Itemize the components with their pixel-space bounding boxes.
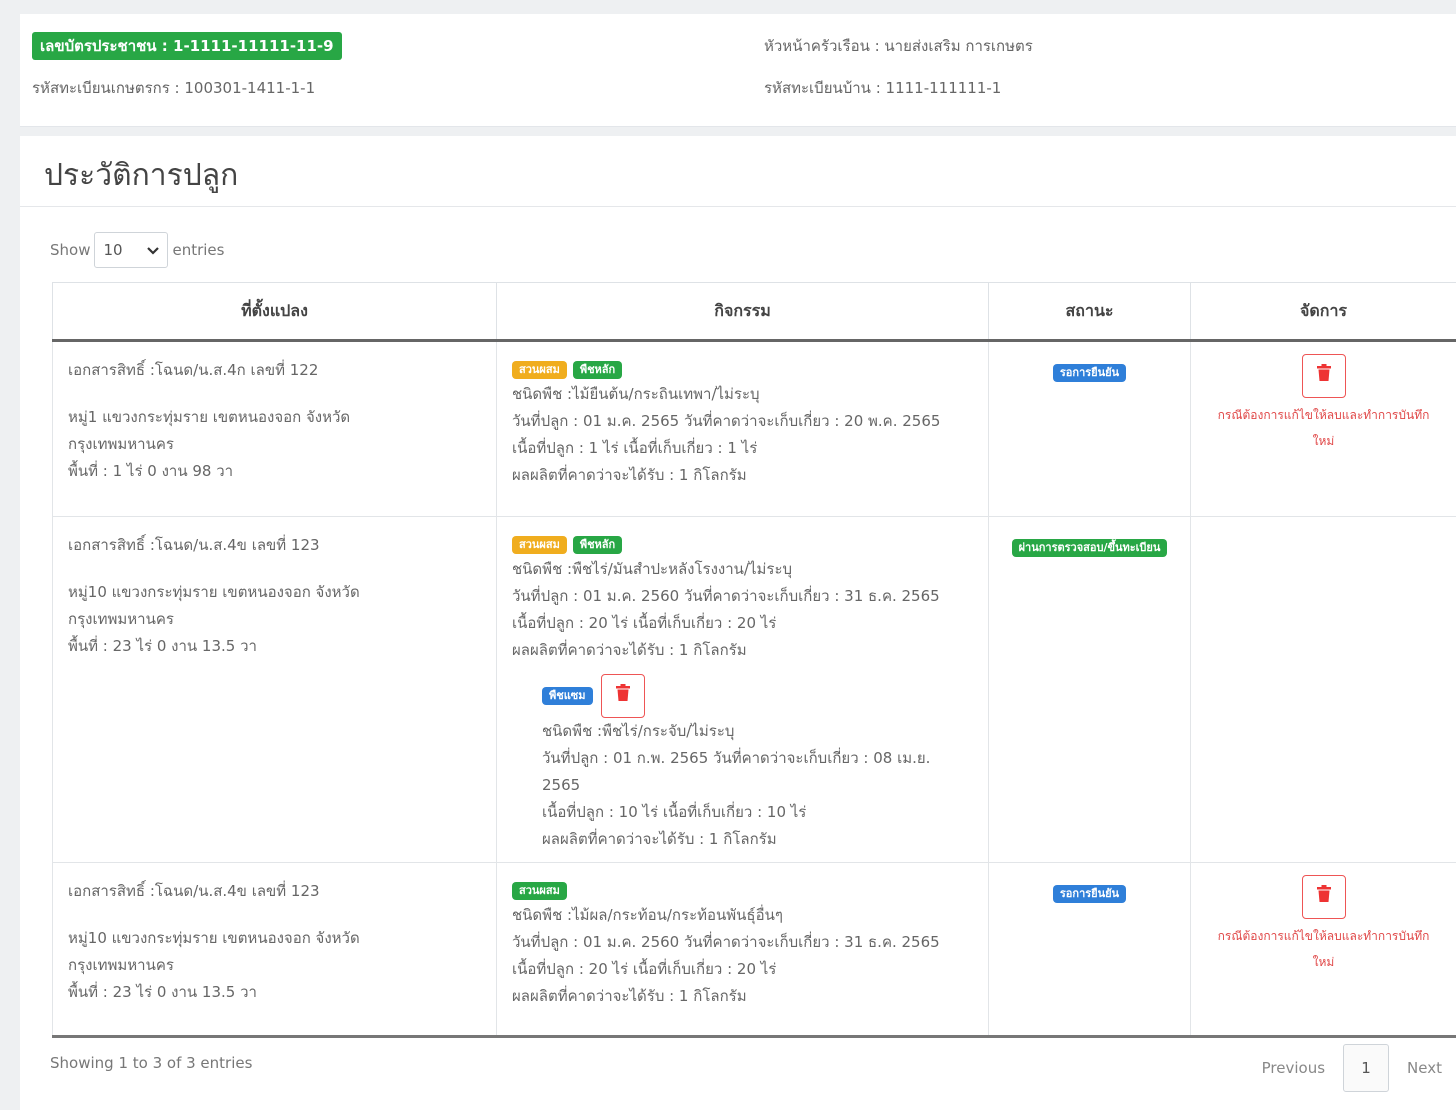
citizen-id-badge: เลขบัตรประชาชน : 1-1111-11111-11-9 (32, 32, 342, 60)
trash-icon (1316, 363, 1331, 390)
edit-note-text: กรณีต้องการแก้ไขให้ลบและทำการบันทึก (1217, 929, 1430, 943)
planting-dates-text: วันที่ปลูก : 01 ม.ค. 2565 วันที่คาดว่าจะ… (512, 412, 941, 430)
expected-yield-text: ผลผลิตที่คาดว่าจะได้รับ : 1 กิโลกรัม (512, 641, 747, 659)
activity-cell: สวนผสม พืชหลัก ชนิดพืช :พืชไร่/มันสำปะหล… (496, 516, 989, 863)
intercrop-block: พืชแซม ชนิดพืช :พืชไร่/กระจับ/ไม่ระบุ วั… (542, 674, 975, 853)
planting-history-table: ที่ตั้งแปลง กิจกรรม สถานะ จัดการ เอกสารส… (52, 282, 1456, 1038)
page-title: ประวัติการปลูก (44, 158, 239, 193)
show-label: Show (50, 241, 91, 259)
location-cell: เอกสารสิทธิ์ :โฉนด/น.ส.4ข เลขที่ 123 หมู… (52, 862, 497, 1038)
planting-history-card: ประวัติการปลูก Show 10 entries ที่ตั้งแป… (20, 136, 1456, 1110)
title-divider (20, 206, 1456, 207)
tag-main-crop: พืชหลัก (572, 361, 623, 379)
column-header-status[interactable]: สถานะ (988, 282, 1191, 342)
tag-intercrop: พืชแซม (542, 687, 593, 705)
table-row: เอกสารสิทธิ์ :โฉนด/น.ส.4ก เลขที่ 122 หมู… (52, 340, 1456, 517)
entries-select[interactable]: 10 (94, 232, 169, 268)
entries-select-value: 10 (103, 241, 123, 259)
status-badge: รอการยืนยัน (1052, 885, 1127, 903)
table-info-text: Showing 1 to 3 of 3 entries (50, 1054, 253, 1072)
house-reg-text: รหัสทะเบียนบ้าน : 1111-111111-1 (764, 79, 1002, 97)
farmer-reg-text: รหัสทะเบียนเกษตรกร : 100301-1411-1-1 (32, 79, 316, 97)
edit-note-text: กรณีต้องการแก้ไขให้ลบและทำการบันทึก (1217, 408, 1430, 422)
entries-label: entries (172, 241, 225, 259)
crop-type-text: ชนิดพืช :ไม้ผล/กระท้อน/กระท้อนพันธุ์อื่น… (512, 906, 783, 924)
edit-note-text: ใหม่ (1312, 955, 1335, 969)
chevron-down-icon (147, 241, 160, 259)
delete-button[interactable] (1301, 875, 1346, 919)
status-cell: ผ่านการตรวจสอบ/ขึ้นทะเบียน (988, 516, 1191, 863)
title-deed-text: เอกสารสิทธิ์ :โฉนด/น.ส.4ข เลขที่ 123 (68, 882, 320, 900)
planting-dates-text: วันที่ปลูก : 01 ม.ค. 2560 วันที่คาดว่าจะ… (512, 933, 940, 951)
address-line: หมู่10 แขวงกระทุ่มราย เขตหนองจอก จังหวัด (68, 583, 360, 601)
status-cell: รอการยืนยัน (988, 862, 1191, 1038)
area-text: พื้นที่ : 23 ไร่ 0 งาน 13.5 วา (68, 983, 257, 1001)
expected-yield-text: ผลผลิตที่คาดว่าจะได้รับ : 1 กิโลกรัม (512, 987, 747, 1005)
planting-area-text: เนื้อที่ปลูก : 20 ไร่ เนื้อที่เก็บเกี่ยว… (512, 614, 777, 632)
column-header-location[interactable]: ที่ตั้งแปลง (52, 282, 497, 342)
location-cell: เอกสารสิทธิ์ :โฉนด/น.ส.4ข เลขที่ 123 หมู… (52, 516, 497, 863)
crop-type-text: ชนิดพืช :พืชไร่/มันสำปะหลังโรงงาน/ไม่ระบ… (512, 560, 793, 578)
title-deed-text: เอกสารสิทธิ์ :โฉนด/น.ส.4ก เลขที่ 122 (68, 361, 319, 379)
expected-yield-text: ผลผลิตที่คาดว่าจะได้รับ : 1 กิโลกรัม (512, 466, 747, 484)
previous-page-button[interactable]: Previous (1262, 1059, 1325, 1077)
planting-dates-text: 2565 (542, 776, 581, 794)
address-line: หมู่10 แขวงกระทุ่มราย เขตหนองจอก จังหวัด (68, 929, 360, 947)
activity-cell: สวนผสม ชนิดพืช :ไม้ผล/กระท้อน/กระท้อนพัน… (496, 862, 989, 1038)
crop-type-text: ชนิดพืช :ไม้ยืนต้น/กระถินเทพา/ไม่ระบุ (512, 385, 760, 403)
status-badge: รอการยืนยัน (1052, 364, 1127, 382)
page-1-button[interactable]: 1 (1343, 1044, 1390, 1092)
address-line: กรุงเทพมหานคร (68, 956, 174, 974)
next-page-button[interactable]: Next (1407, 1059, 1442, 1077)
tag-mixed-garden: สวนผสม (512, 882, 567, 900)
manage-cell: กรณีต้องการแก้ไขให้ลบและทำการบันทึก ใหม่ (1190, 862, 1456, 1038)
planting-dates-text: วันที่ปลูก : 01 ก.พ. 2565 วันที่คาดว่าจะ… (542, 749, 931, 767)
household-head-text: หัวหน้าครัวเรือน : นายส่งเสริม การเกษตร (764, 37, 1033, 55)
planting-dates-text: วันที่ปลูก : 01 ม.ค. 2560 วันที่คาดว่าจะ… (512, 587, 940, 605)
table-row: เอกสารสิทธิ์ :โฉนด/น.ส.4ข เลขที่ 123 หมู… (52, 516, 1456, 863)
tag-mixed-garden: สวนผสม (512, 536, 567, 554)
trash-icon (615, 683, 630, 710)
area-text: พื้นที่ : 1 ไร่ 0 งาน 98 วา (68, 462, 234, 480)
location-cell: เอกสารสิทธิ์ :โฉนด/น.ส.4ก เลขที่ 122 หมู… (52, 340, 497, 517)
area-text: พื้นที่ : 23 ไร่ 0 งาน 13.5 วา (68, 637, 257, 655)
tag-mixed-garden: สวนผสม (512, 361, 567, 379)
farmer-info-card: เลขบัตรประชาชน : 1-1111-11111-11-9 รหัสท… (20, 14, 1456, 127)
table-header-row: ที่ตั้งแปลง กิจกรรม สถานะ จัดการ (52, 282, 1456, 342)
trash-icon (1316, 884, 1331, 911)
planting-area-text: เนื้อที่ปลูก : 10 ไร่ เนื้อที่เก็บเกี่ยว… (542, 803, 807, 821)
manage-cell (1190, 516, 1456, 863)
address-line: กรุงเทพมหานคร (68, 610, 174, 628)
entries-length-control: Show 10 entries (50, 232, 224, 268)
address-line: กรุงเทพมหานคร (68, 435, 174, 453)
activity-cell: สวนผสม พืชหลัก ชนิดพืช :ไม้ยืนต้น/กระถิน… (496, 340, 989, 517)
address-line: หมู่1 แขวงกระทุ่มราย เขตหนองจอก จังหวัด (68, 408, 351, 426)
edit-note-text: ใหม่ (1312, 434, 1335, 448)
expected-yield-text: ผลผลิตที่คาดว่าจะได้รับ : 1 กิโลกรัม (542, 830, 777, 848)
pagination: Previous 1 Next (1262, 1044, 1442, 1092)
status-badge: ผ่านการตรวจสอบ/ขึ้นทะเบียน (1011, 539, 1168, 557)
planting-area-text: เนื้อที่ปลูก : 20 ไร่ เนื้อที่เก็บเกี่ยว… (512, 960, 777, 978)
planting-area-text: เนื้อที่ปลูก : 1 ไร่ เนื้อที่เก็บเกี่ยว … (512, 439, 758, 457)
crop-type-text: ชนิดพืช :พืชไร่/กระจับ/ไม่ระบุ (542, 722, 735, 740)
status-cell: รอการยืนยัน (988, 340, 1191, 517)
manage-cell: กรณีต้องการแก้ไขให้ลบและทำการบันทึก ใหม่ (1190, 340, 1456, 517)
column-header-manage[interactable]: จัดการ (1190, 282, 1456, 342)
delete-button[interactable] (1301, 354, 1346, 398)
title-deed-text: เอกสารสิทธิ์ :โฉนด/น.ส.4ข เลขที่ 123 (68, 536, 320, 554)
table-row: เอกสารสิทธิ์ :โฉนด/น.ส.4ข เลขที่ 123 หมู… (52, 862, 1456, 1038)
delete-intercrop-button[interactable] (600, 674, 645, 718)
column-header-activity[interactable]: กิจกรรม (496, 282, 989, 342)
tag-main-crop: พืชหลัก (572, 536, 623, 554)
